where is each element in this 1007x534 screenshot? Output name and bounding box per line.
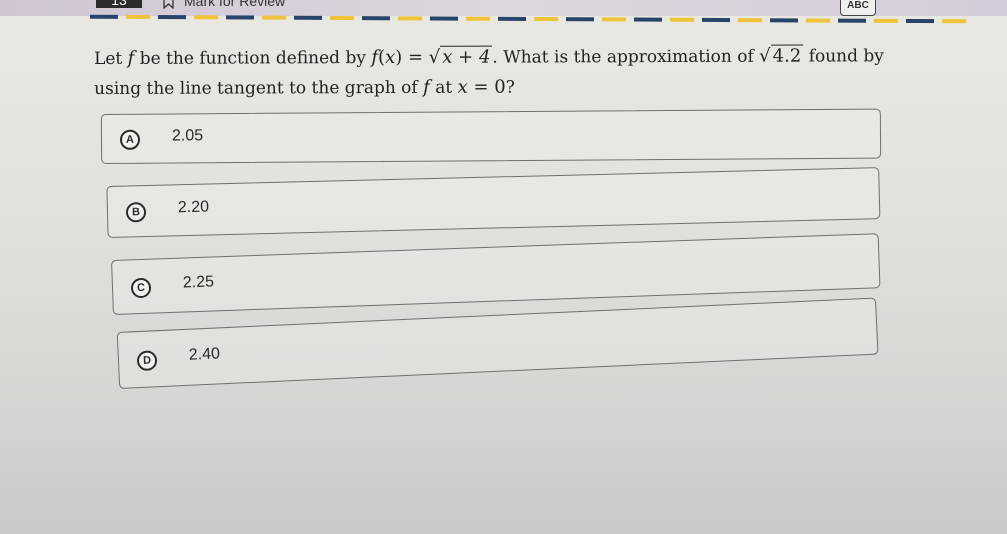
answer-choice-a[interactable]: A 2.05 [100, 108, 882, 164]
question-text-part: be the function defined by [134, 48, 372, 69]
radicand: 4.2 [770, 44, 804, 67]
square-root-icon: √ [759, 45, 771, 67]
abc-eliminator-button[interactable]: ABC [840, 0, 876, 16]
choice-value: 2.25 [182, 272, 215, 292]
choice-letter-badge: D [136, 349, 158, 371]
mark-for-review-label[interactable]: Mark for Review [184, 0, 285, 9]
choice-letter-badge: C [130, 277, 152, 298]
function-definition: f(x) = √ x + 4 [371, 45, 493, 69]
choice-value: 2.40 [188, 344, 221, 364]
square-root-icon: √ [428, 46, 441, 68]
question-text-part: at [429, 77, 458, 98]
choice-value: 2.05 [171, 127, 204, 145]
variable-x: x [385, 46, 396, 68]
choice-letter-badge: A [119, 129, 141, 150]
answer-choice-d[interactable]: D 2.40 [116, 297, 879, 389]
choice-value: 2.20 [177, 198, 210, 217]
equals-sign: = [402, 46, 429, 68]
paren-open: ( [377, 46, 386, 69]
choice-letter-badge: B [125, 202, 147, 223]
variable-x: x [457, 76, 468, 98]
question-text-part: ? [505, 77, 515, 98]
question-text-part: . What is the approximation of [492, 46, 760, 68]
zero-value: 0 [494, 76, 506, 98]
sqrt-expression: √ 4.2 [759, 44, 804, 67]
equals-sign: = [467, 76, 495, 98]
question-number: 13 [96, 0, 142, 8]
question-text-part: Let [94, 48, 128, 69]
bookmark-icon[interactable] [163, 0, 174, 9]
radicand: x + 4 [440, 45, 493, 68]
answer-choice-b[interactable]: B 2.20 [106, 167, 881, 238]
question-text: Let f be the function defined by f(x) = … [94, 41, 894, 104]
